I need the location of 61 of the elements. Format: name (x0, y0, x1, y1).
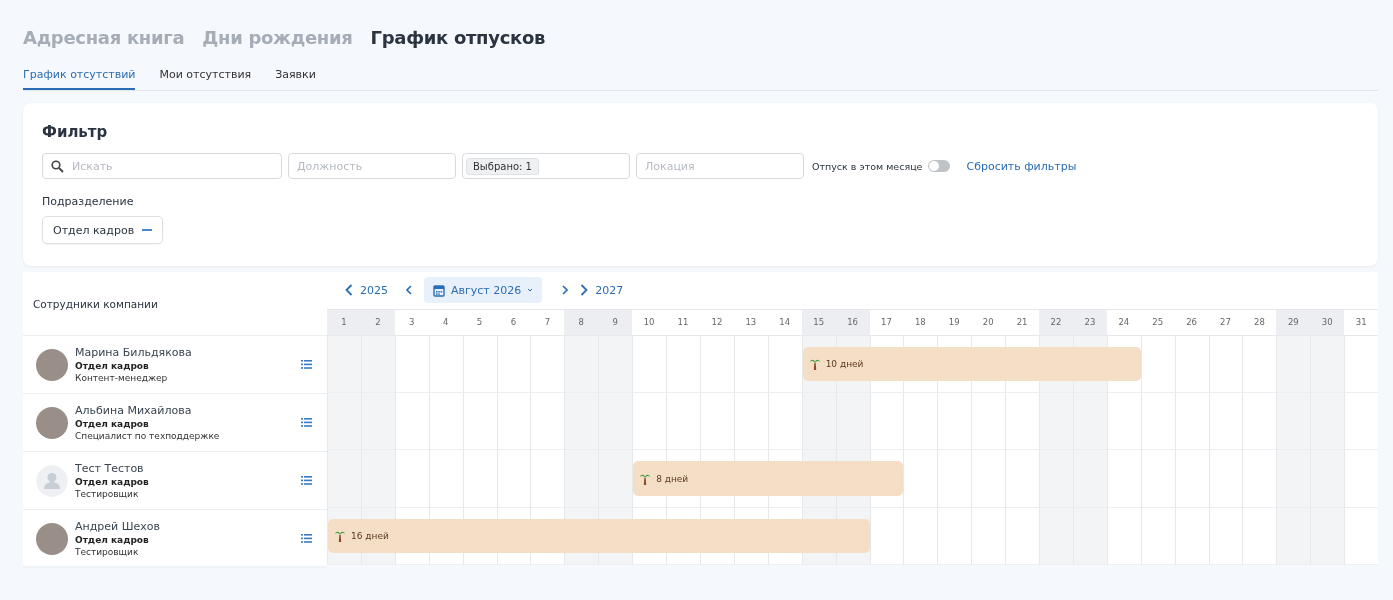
toggle-label: Отпуск в этом месяце (812, 160, 923, 172)
calendar-icon (433, 283, 445, 297)
sub-tab[interactable]: Мои отсутствия (159, 60, 252, 90)
employee-position: Тестировщик (75, 547, 140, 557)
list-icon[interactable] (301, 360, 312, 369)
avatar-photo-placeholder (36, 406, 68, 439)
employee-department: Отдел кадров (75, 419, 150, 429)
dash-icon (142, 229, 153, 231)
caret-icon (527, 288, 534, 293)
list-icon[interactable] (301, 418, 312, 427)
reset-filters-link[interactable]: Сбросить фильтры (966, 159, 1077, 173)
employee-name: Тест Тестов (75, 462, 145, 475)
avatar-photo-placeholder (36, 522, 68, 555)
chevron-left-icon (345, 284, 353, 297)
employee-name: Андрей Шехов (75, 520, 161, 533)
palm-tree-icon (809, 358, 820, 371)
previous-year-button[interactable]: 2025 (345, 283, 388, 297)
employee-name: Альбина Михайлова (75, 404, 193, 417)
list-icon[interactable] (301, 534, 312, 543)
vacation-duration: 8 дней (656, 473, 689, 484)
palm-tree-icon (335, 530, 345, 543)
employee-department: Отдел кадров (75, 535, 150, 545)
section-tab[interactable]: График отпусков (370, 26, 546, 48)
vacation-bar-segment[interactable] (802, 346, 836, 381)
employee-position: Контент-менеджер (75, 373, 169, 383)
day-header: 1 (327, 309, 361, 335)
palm-tree-icon (640, 472, 651, 485)
list-icon[interactable] (301, 476, 312, 485)
employee-position: Специалист по техподдержке (75, 431, 221, 441)
avatar-photo-placeholder (36, 348, 68, 381)
department-select[interactable]: Выбрано: 1 (462, 153, 630, 179)
location-field[interactable]: Локация (636, 153, 804, 179)
column-header: Сотрудники компании (33, 297, 158, 310)
department-label: Подразделение (42, 195, 135, 208)
chevron-right-icon (580, 284, 589, 297)
next-year-button[interactable]: 2027 (580, 283, 624, 297)
employee-name: Марина Бильдякова (75, 346, 193, 359)
department-chip[interactable]: Отдел кадров (42, 216, 164, 244)
employee-position: Тестировщик (75, 489, 140, 499)
vacation-bar-segment[interactable] (328, 518, 361, 553)
search-field[interactable]: Искать (42, 153, 282, 179)
month-picker-button[interactable]: Август 2026 (424, 277, 543, 304)
position-field[interactable]: Должность (288, 153, 456, 179)
vacation-toggle[interactable] (928, 160, 951, 172)
sub-tab[interactable]: Заявки (275, 60, 316, 90)
next-month-icon[interactable] (562, 285, 569, 296)
day-header: 22 (1039, 309, 1073, 335)
day-header: 30 (1310, 309, 1345, 335)
previous-month-icon[interactable] (406, 285, 412, 296)
day-header: 29 (1276, 309, 1311, 335)
filter-title: Фильтр (42, 123, 109, 141)
day-header: 9 (598, 309, 633, 335)
vacation-bar-segment[interactable] (633, 461, 667, 496)
selected-count-chip: Выбрано: 1 (466, 157, 539, 175)
sub-tab[interactable]: График отсутствий (23, 60, 136, 90)
employee-department: Отдел кадров (75, 361, 150, 371)
avatar-silhouette-icon (36, 464, 68, 497)
day-header: 8 (564, 309, 599, 335)
vacation-duration: 10 дней (825, 359, 864, 370)
vacation-duration: 16 дней (351, 531, 389, 542)
employee-department: Отдел кадров (75, 477, 150, 487)
